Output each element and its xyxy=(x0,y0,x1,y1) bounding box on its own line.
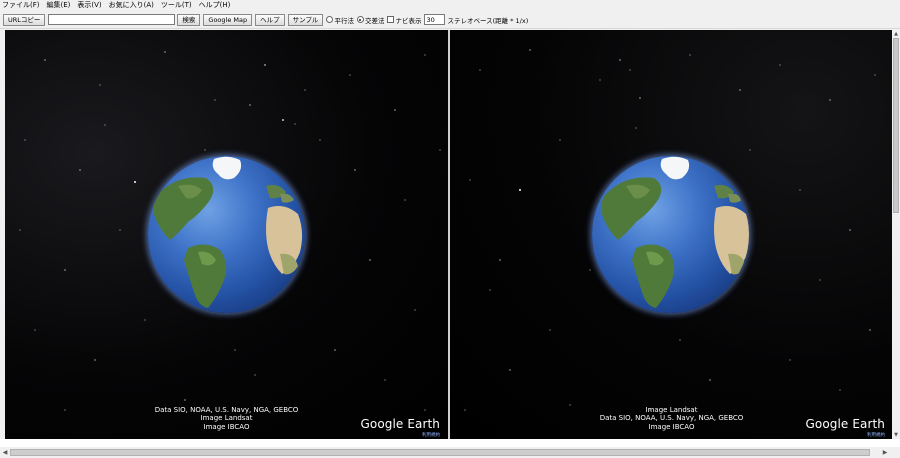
menubar: ファイル(F) 編集(E) 表示(V) お気に入り(A) ツール(T) ヘルプ(… xyxy=(0,0,900,11)
right-earth-view[interactable]: Image Landsat Data SIO, NOAA, U.S. Navy,… xyxy=(450,30,893,439)
menu-edit[interactable]: 編集(E) xyxy=(47,0,71,11)
parallel-label: 平行法 xyxy=(334,16,354,25)
search-input[interactable] xyxy=(48,14,176,25)
navi-option[interactable]: ナビ表示 xyxy=(387,15,421,25)
help-button[interactable]: ヘルプ xyxy=(255,13,285,26)
cross-label: 交差法 xyxy=(364,16,385,25)
attribution-line: Image Landsat xyxy=(645,405,698,414)
scroll-right-icon[interactable]: ▶ xyxy=(880,447,890,458)
menu-view[interactable]: 表示(V) xyxy=(77,0,101,11)
toolbar: URLコピー 検索 Google Map ヘルプ サンプル 平行法 交差法 ナビ… xyxy=(0,11,900,29)
left-earth-view[interactable]: Data SIO, NOAA, U.S. Navy, NGA, GEBCO Im… xyxy=(5,30,448,439)
menu-tools[interactable]: ツール(T) xyxy=(161,0,192,11)
cross-option[interactable]: 交差法 xyxy=(356,15,385,25)
page-bottom-margin xyxy=(0,439,900,447)
vertical-scroll-thumb[interactable] xyxy=(893,38,899,213)
navi-label: ナビ表示 xyxy=(395,16,422,25)
sample-button[interactable]: サンプル xyxy=(287,13,324,26)
vertical-scrollbar[interactable]: ▲ ▼ xyxy=(892,30,900,439)
menu-file[interactable]: ファイル(F) xyxy=(2,0,40,11)
earth-continents xyxy=(601,156,749,308)
attribution-line: Data SIO, NOAA, U.S. Navy, NGA, GEBCO xyxy=(154,405,299,414)
parallel-option[interactable]: 平行法 xyxy=(326,15,354,25)
earth-continents xyxy=(153,156,303,308)
cross-radio[interactable] xyxy=(356,16,364,23)
terms-link[interactable]: 利用規約 xyxy=(422,432,440,438)
stereo-base-input[interactable] xyxy=(424,14,446,25)
search-button[interactable]: 検索 xyxy=(177,13,201,26)
scroll-left-icon[interactable]: ◀ xyxy=(0,447,10,458)
horizontal-scrollbar[interactable]: ◀ ▶ xyxy=(0,447,900,458)
parallel-radio[interactable] xyxy=(326,16,334,23)
scroll-up-icon[interactable]: ▲ xyxy=(892,30,900,38)
earth-globe[interactable] xyxy=(592,156,749,313)
google-earth-logo: Google Earth xyxy=(360,417,440,431)
url-copy-button[interactable]: URLコピー xyxy=(3,13,46,26)
scroll-down-icon[interactable]: ▼ xyxy=(892,431,900,439)
menu-favorites[interactable]: お気に入り(A) xyxy=(109,0,154,11)
terms-link[interactable]: 利用規約 xyxy=(867,432,885,438)
horizontal-scroll-thumb[interactable] xyxy=(10,449,870,456)
stereo-base-label: ステレオベース(距離 * 1/x) xyxy=(447,16,529,25)
menu-help[interactable]: ヘルプ(H) xyxy=(199,0,231,11)
navi-checkbox[interactable] xyxy=(387,16,395,23)
earth-globe[interactable] xyxy=(148,156,305,313)
google-map-button[interactable]: Google Map xyxy=(203,13,253,26)
google-earth-logo: Google Earth xyxy=(805,417,885,431)
